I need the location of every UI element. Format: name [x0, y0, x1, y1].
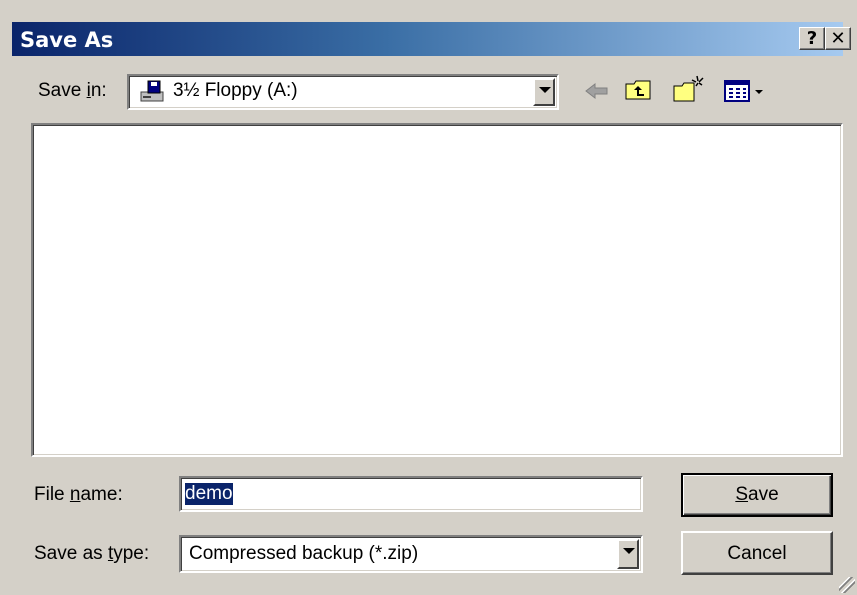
new-folder-icon[interactable] — [672, 74, 706, 104]
cancel-button-label: Cancel — [727, 543, 787, 564]
help-button[interactable]: ? — [799, 27, 825, 50]
save-as-type-label: Save as type: — [34, 543, 150, 564]
save-in-dropdown[interactable]: 3½ Floppy (A:) — [127, 74, 559, 110]
close-button[interactable]: ✕ — [825, 27, 851, 50]
up-one-level-icon[interactable] — [624, 78, 654, 102]
save-as-type-dropdown[interactable]: Compressed backup (*.zip) — [179, 535, 643, 573]
save-as-type-dropdown-arrow[interactable] — [617, 539, 639, 569]
cancel-button[interactable]: Cancel — [681, 531, 833, 575]
save-as-type-value: Compressed backup (*.zip) — [189, 543, 419, 564]
title-bar[interactable]: Save As ? ✕ — [12, 22, 851, 56]
save-in-value: 3½ Floppy (A:) — [173, 80, 298, 101]
file-name-label: File name: — [34, 484, 123, 505]
floppy-drive-icon — [140, 80, 164, 102]
window-title: Save As — [20, 28, 114, 52]
save-in-dropdown-arrow[interactable] — [533, 78, 555, 106]
view-menu-icon[interactable] — [724, 80, 766, 102]
file-name-value: demo — [185, 483, 233, 505]
back-arrow-icon[interactable] — [584, 80, 610, 102]
save-as-dialog: Save As ? ✕ Save in: 3½ Floppy (A:) File… — [0, 0, 857, 595]
resize-grip[interactable] — [839, 577, 855, 593]
file-name-input[interactable]: demo — [179, 476, 643, 512]
file-list[interactable] — [31, 123, 843, 457]
save-in-label: Save in: — [38, 80, 107, 101]
save-button[interactable]: Save — [681, 473, 833, 517]
save-button-label: Save — [735, 484, 779, 505]
